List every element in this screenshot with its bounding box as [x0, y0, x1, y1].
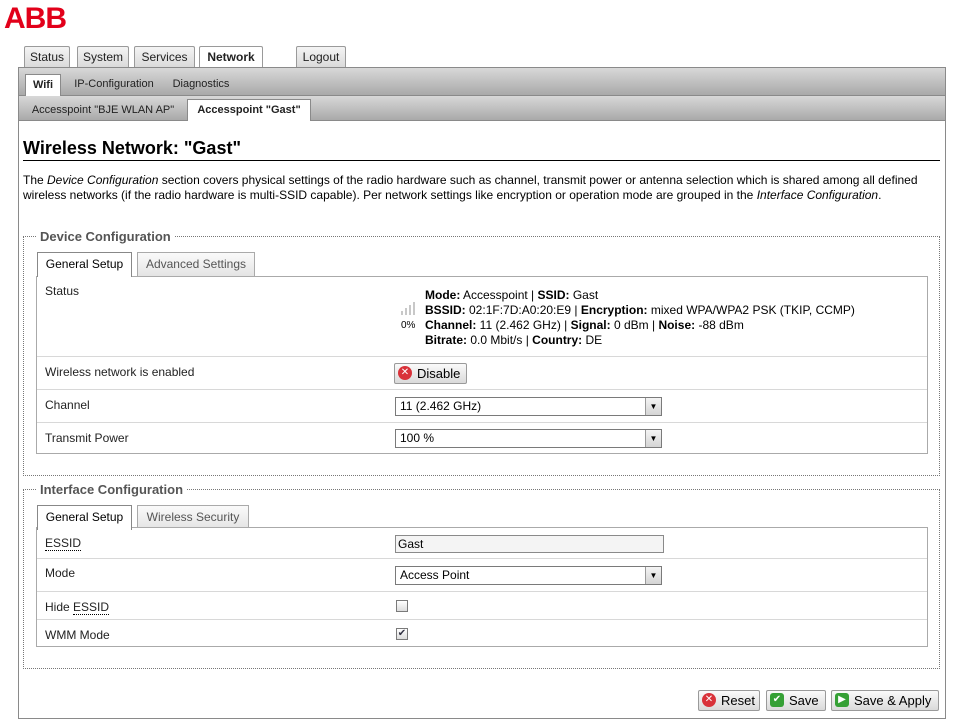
tab-wireless-security[interactable]: Wireless Security	[137, 505, 249, 529]
status-line-3: Channel: 11 (2.462 GHz) | Signal: 0 dBm …	[425, 318, 855, 333]
tab-system[interactable]: System	[77, 46, 129, 68]
transmit-power-row: Transmit Power 100 % ▼	[37, 423, 927, 455]
tab-network[interactable]: Network	[199, 46, 263, 69]
device-configuration-legend: Device Configuration	[36, 229, 175, 244]
disable-icon: ✕	[398, 366, 412, 380]
channel-row: Channel 11 (2.462 GHz) ▼	[37, 390, 927, 423]
country-value: DE	[582, 333, 603, 347]
essid-label-text: ESSID	[45, 536, 82, 551]
tab-status[interactable]: Status	[24, 46, 70, 68]
desc-emphasis-device-configuration: Device Configuration	[47, 173, 159, 187]
mode-row: Mode Access Point ▼	[37, 559, 927, 592]
status-line-1: Mode: Accesspoint | SSID: Gast	[425, 288, 855, 303]
chevron-down-icon[interactable]: ▼	[645, 398, 661, 415]
bssid-value: 02:1F:7D:A0:20:E9 |	[465, 303, 581, 317]
essid-label: ESSID	[45, 536, 82, 551]
chevron-down-icon[interactable]: ▼	[645, 567, 661, 584]
status-label: Status	[45, 284, 80, 298]
tab-interface-general-setup[interactable]: General Setup	[37, 505, 132, 530]
save-apply-button[interactable]: ▶ Save & Apply	[831, 690, 939, 711]
status-details: Mode: Accesspoint | SSID: Gast BSSID: 02…	[425, 288, 855, 348]
essid-row: ESSID Gast	[37, 528, 927, 559]
country-key: Country:	[532, 333, 583, 347]
disable-button[interactable]: ✕ Disable	[394, 363, 467, 384]
tab-ip-configuration[interactable]: IP-Configuration	[69, 73, 159, 95]
signal-value: 0 dBm |	[610, 318, 659, 332]
mode-select-value: Access Point	[400, 568, 470, 582]
status-row: Status 0% Mode: Accesspoint | SSID: Gast…	[37, 277, 927, 357]
ssid-value: Gast	[569, 288, 599, 302]
encryption-key: Encryption:	[580, 303, 648, 317]
wmm-mode-checkbox[interactable]: ✔	[396, 628, 408, 640]
accesspoint-tab-bar: Accesspoint "BJE WLAN AP" Accesspoint "G…	[19, 96, 945, 121]
channel-label: Channel	[45, 398, 90, 412]
wmm-mode-label: WMM Mode	[45, 628, 110, 642]
tab-logout[interactable]: Logout	[296, 46, 346, 68]
save-button[interactable]: ✔ Save	[766, 690, 826, 711]
channel-key: Channel:	[425, 318, 477, 332]
hide-essid-row: Hide ESSID	[37, 592, 927, 620]
page-description: The Device Configuration section covers …	[23, 173, 938, 203]
interface-general-panel: ESSID Gast Mode Access Point ▼ Hide ESSI…	[36, 527, 928, 647]
page-title: Wireless Network: "Gast"	[23, 137, 940, 161]
desc-text: The	[23, 173, 48, 187]
reset-button[interactable]: ✕ Reset	[698, 690, 760, 711]
tab-advanced-settings[interactable]: Advanced Settings	[137, 252, 255, 276]
device-configuration-section: Device Configuration General Setup Advan…	[23, 229, 940, 476]
save-button-label: Save	[789, 693, 819, 708]
encryption-value: mixed WPA/WPA2 PSK (TKIP, CCMP)	[647, 303, 855, 317]
abb-logo: ABB	[4, 2, 67, 35]
save-apply-button-label: Save & Apply	[854, 693, 932, 708]
reset-button-label: Reset	[721, 693, 755, 708]
mode-value: Accesspoint |	[460, 288, 538, 302]
ssid-key: SSID:	[537, 288, 570, 302]
interface-configuration-legend: Interface Configuration	[36, 482, 188, 497]
subtab-bar: Wifi IP-Configuration Diagnostics	[19, 68, 945, 96]
interface-configuration-section: Interface Configuration General Setup Wi…	[23, 482, 940, 669]
transmit-power-label: Transmit Power	[45, 431, 129, 445]
channel-select[interactable]: 11 (2.462 GHz) ▼	[395, 397, 662, 416]
hide-essid-label-prefix: Hide	[45, 600, 74, 614]
status-line-2: BSSID: 02:1F:7D:A0:20:E9 | Encryption: m…	[425, 303, 855, 318]
noise-key: Noise:	[658, 318, 696, 332]
status-line-4: Bitrate: 0.0 Mbit/s | Country: DE	[425, 333, 855, 348]
essid-input[interactable]: Gast	[395, 535, 664, 553]
channel-select-value: 11 (2.462 GHz)	[400, 399, 482, 413]
enabled-label: Wireless network is enabled	[45, 365, 195, 379]
transmit-power-value: 100 %	[400, 431, 435, 445]
bitrate-value: 0.0 Mbit/s |	[467, 333, 533, 347]
disable-button-label: Disable	[417, 366, 461, 381]
wmm-mode-row: WMM Mode ✔	[37, 620, 927, 648]
signal-strength-icon	[401, 299, 419, 315]
transmit-power-select[interactable]: 100 % ▼	[395, 429, 662, 448]
save-icon: ✔	[770, 693, 784, 707]
tab-accesspoint-gast[interactable]: Accesspoint "Gast"	[187, 99, 311, 121]
tab-services[interactable]: Services	[134, 46, 195, 68]
bitrate-key: Bitrate:	[425, 333, 468, 347]
device-general-panel: Status 0% Mode: Accesspoint | SSID: Gast…	[36, 276, 928, 454]
hide-essid-label: Hide ESSID	[45, 600, 110, 615]
hide-essid-label-abbr: ESSID	[73, 600, 110, 615]
enabled-row: Wireless network is enabled ✕ Disable	[37, 357, 927, 390]
tab-accesspoint-bje-wlan-ap[interactable]: Accesspoint "BJE WLAN AP"	[25, 99, 181, 121]
noise-value: -88 dBm	[695, 318, 744, 332]
tab-diagnostics[interactable]: Diagnostics	[167, 73, 235, 95]
desc-text: .	[878, 188, 882, 202]
mode-label: Mode	[45, 566, 76, 580]
tab-wifi[interactable]: Wifi	[25, 74, 61, 96]
save-apply-icon: ▶	[835, 693, 849, 707]
hide-essid-checkbox[interactable]	[396, 600, 408, 612]
tab-device-general-setup[interactable]: General Setup	[37, 252, 132, 277]
channel-value: 11 (2.462 GHz) |	[476, 318, 571, 332]
signal-key: Signal:	[570, 318, 611, 332]
bssid-key: BSSID:	[425, 303, 466, 317]
desc-emphasis-interface-configuration: Interface Configuration	[756, 188, 879, 202]
mode-select[interactable]: Access Point ▼	[395, 566, 662, 585]
mode-key: Mode:	[425, 288, 461, 302]
reset-icon: ✕	[702, 693, 716, 707]
chevron-down-icon[interactable]: ▼	[645, 430, 661, 447]
signal-percent: 0%	[401, 320, 416, 331]
